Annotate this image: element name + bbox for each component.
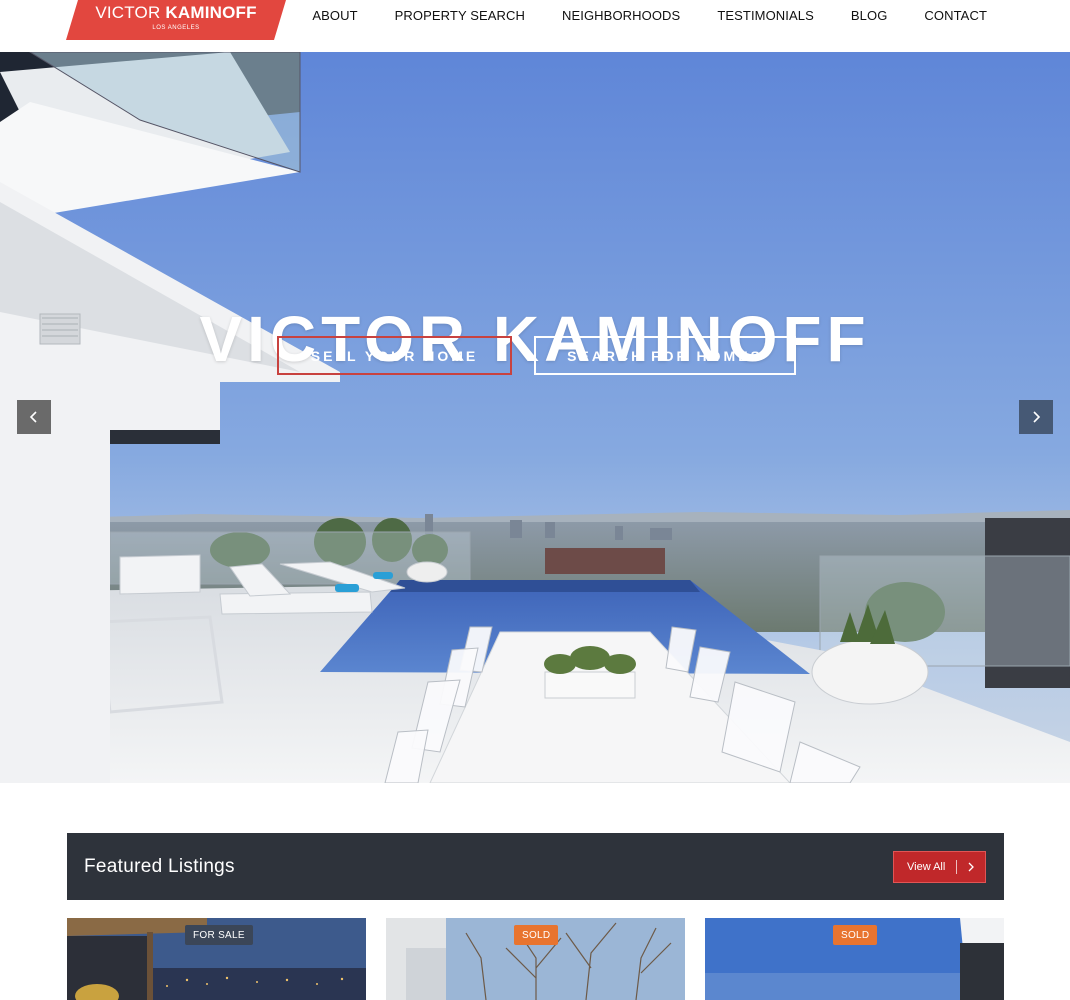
hero-image: [0, 52, 1070, 783]
view-all-divider: [956, 860, 958, 874]
featured-listings-title: Featured Listings: [84, 856, 235, 877]
listing-card[interactable]: SOLD: [705, 918, 1004, 1000]
chevron-left-icon: [29, 411, 37, 423]
logo-first-name: VICTOR: [95, 3, 161, 22]
chevron-right-icon: [1033, 411, 1041, 423]
view-all-button[interactable]: View All: [893, 851, 986, 883]
sell-your-home-button[interactable]: SELL YOUR HOME: [277, 336, 512, 375]
nav-neighborhoods[interactable]: NEIGHBORHOODS: [562, 8, 680, 23]
site-header: VICTOR KAMINOFF LOS ANGELES ABOUT PROPER…: [0, 0, 1070, 52]
nav-contact[interactable]: CONTACT: [924, 8, 987, 23]
logo[interactable]: VICTOR KAMINOFF LOS ANGELES: [66, 0, 286, 40]
status-badge: SOLD: [833, 925, 878, 945]
hero-slider: VICTOR KAMINOFF SELL YOUR HOME SEARCH FO…: [0, 52, 1070, 783]
nav-testimonials[interactable]: TESTIMONIALS: [717, 8, 814, 23]
status-badge: FOR SALE: [185, 925, 253, 945]
slider-next-button[interactable]: [1019, 400, 1053, 434]
listing-card[interactable]: SOLD: [386, 918, 685, 1000]
main-nav: ABOUT PROPERTY SEARCH NEIGHBORHOODS TEST…: [312, 8, 987, 23]
view-all-label: View All: [907, 861, 946, 873]
slider-prev-button[interactable]: [17, 400, 51, 434]
logo-wordmark: VICTOR KAMINOFF: [66, 3, 286, 23]
logo-location: LOS ANGELES: [152, 25, 200, 31]
status-badge: SOLD: [514, 925, 559, 945]
nav-property-search[interactable]: PROPERTY SEARCH: [395, 8, 525, 23]
search-for-homes-button[interactable]: SEARCH FOR HOMES: [534, 336, 796, 375]
logo-last-name: KAMINOFF: [165, 3, 257, 22]
nav-blog[interactable]: BLOG: [851, 8, 888, 23]
listing-card[interactable]: FOR SALE: [67, 918, 366, 1000]
nav-about[interactable]: ABOUT: [312, 8, 357, 23]
chevron-right-icon: [967, 862, 975, 872]
featured-listings-header: Featured Listings View All: [67, 833, 1004, 900]
